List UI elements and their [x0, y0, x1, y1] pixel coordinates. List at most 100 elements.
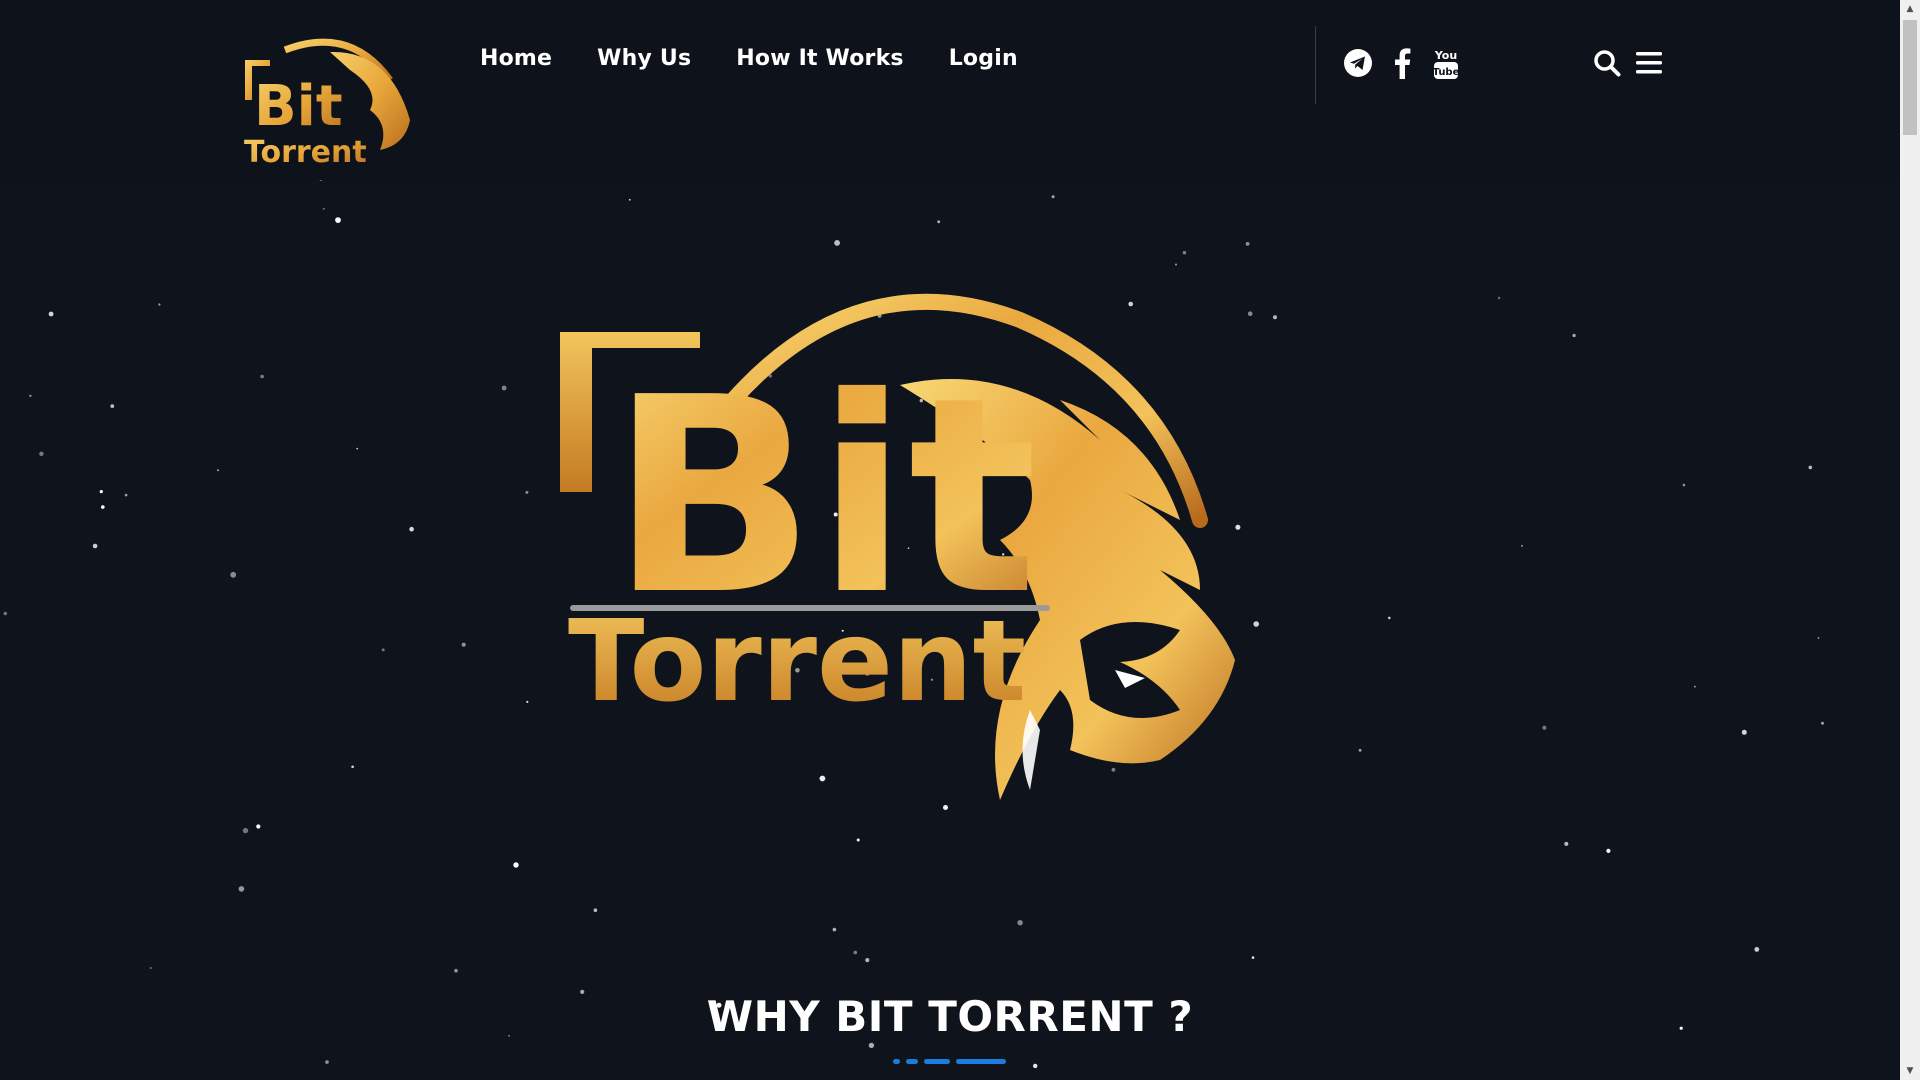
star — [868, 1042, 875, 1049]
star — [1358, 748, 1362, 752]
star — [1175, 263, 1177, 266]
star — [1251, 956, 1255, 959]
hamburger-menu-icon — [1636, 52, 1662, 74]
vertical-scrollbar[interactable]: ▲ ▼ — [1900, 0, 1920, 1080]
search-button[interactable] — [1592, 47, 1622, 79]
star — [1245, 242, 1250, 246]
youtube-link[interactable]: You Tube — [1431, 46, 1461, 80]
search-icon — [1594, 50, 1621, 77]
site-header: Bit Torrent Home Why Us How It Works Log… — [0, 0, 1900, 180]
nav-home[interactable]: Home — [480, 46, 552, 71]
svg-text:Torrent: Torrent — [244, 135, 367, 170]
star — [217, 469, 219, 472]
menu-button[interactable] — [1634, 47, 1664, 79]
star — [1388, 616, 1391, 620]
hero-logo: Bit Torrent — [560, 290, 1340, 820]
star — [409, 526, 414, 532]
social-links: You Tube — [1343, 46, 1461, 80]
star — [853, 950, 858, 955]
scroll-up-arrow-icon[interactable]: ▲ — [1900, 0, 1920, 18]
title-underline — [893, 1059, 1006, 1064]
star — [834, 240, 840, 246]
star — [110, 404, 115, 408]
star — [832, 927, 837, 932]
star — [351, 765, 354, 769]
star — [1564, 841, 1569, 846]
star — [526, 700, 529, 704]
star — [1808, 465, 1813, 470]
star — [1017, 920, 1023, 926]
svg-text:Bit: Bit — [254, 74, 343, 139]
scroll-down-arrow-icon[interactable]: ▼ — [1900, 1062, 1920, 1080]
star — [1754, 947, 1760, 952]
star — [454, 968, 458, 973]
section-title: WHY BIT TORRENT ? — [706, 992, 1194, 1041]
page: Bit Torrent Home Why Us How It Works Log… — [0, 0, 1900, 1080]
facebook-icon — [1395, 48, 1411, 79]
star — [3, 611, 8, 616]
star — [124, 493, 128, 497]
star — [1572, 333, 1576, 338]
svg-text:Tube: Tube — [1433, 67, 1460, 78]
youtube-icon: You Tube — [1433, 49, 1460, 79]
nav-login[interactable]: Login — [949, 46, 1018, 71]
star — [356, 447, 359, 450]
star — [256, 824, 261, 829]
star — [525, 490, 529, 494]
underline-dash-small — [906, 1059, 918, 1064]
star — [260, 374, 264, 379]
svg-text:Torrent: Torrent — [568, 597, 1026, 727]
star — [158, 303, 161, 306]
star — [593, 908, 598, 912]
main-nav: Home Why Us How It Works Login — [480, 46, 1018, 71]
star — [1693, 685, 1696, 688]
star — [461, 642, 466, 647]
star — [238, 886, 245, 892]
bit-torrent-logo-icon: Bit Torrent — [244, 38, 410, 170]
star — [48, 311, 54, 317]
header-tools — [1592, 47, 1664, 79]
star — [1521, 544, 1523, 547]
star — [322, 207, 325, 210]
star — [856, 838, 860, 842]
star — [1817, 637, 1820, 639]
telegram-link[interactable] — [1343, 46, 1373, 80]
star — [513, 862, 519, 868]
star — [1051, 195, 1055, 199]
scrollbar-thumb[interactable] — [1903, 20, 1917, 135]
star — [101, 505, 105, 509]
star — [1182, 251, 1187, 255]
underline-dot — [893, 1059, 900, 1064]
star — [29, 394, 32, 397]
star — [99, 490, 103, 494]
nav-how-it-works[interactable]: How It Works — [736, 46, 903, 71]
star — [1033, 1063, 1038, 1069]
underline-dash-large — [956, 1059, 1006, 1064]
star — [865, 958, 870, 963]
header-divider — [1315, 26, 1316, 104]
telegram-icon — [1344, 49, 1372, 77]
underline-dash-medium — [924, 1059, 950, 1064]
star — [1497, 296, 1501, 300]
star — [1741, 729, 1747, 735]
star — [937, 220, 941, 224]
star — [335, 217, 341, 224]
star — [230, 571, 237, 578]
star — [1542, 725, 1547, 730]
star — [39, 451, 44, 456]
star — [92, 543, 98, 549]
bit-torrent-lion-logo-icon: Bit Torrent — [560, 293, 1235, 800]
star — [628, 198, 631, 201]
svg-text:You: You — [1434, 49, 1457, 62]
star — [1682, 483, 1686, 487]
star — [1606, 848, 1611, 854]
star — [501, 385, 507, 391]
star — [242, 827, 249, 834]
nav-why-us[interactable]: Why Us — [597, 46, 691, 71]
star — [1821, 721, 1824, 725]
site-logo[interactable]: Bit Torrent — [240, 30, 425, 170]
star — [381, 648, 385, 652]
star — [325, 1060, 329, 1064]
facebook-link[interactable] — [1387, 46, 1417, 80]
star — [149, 967, 152, 969]
